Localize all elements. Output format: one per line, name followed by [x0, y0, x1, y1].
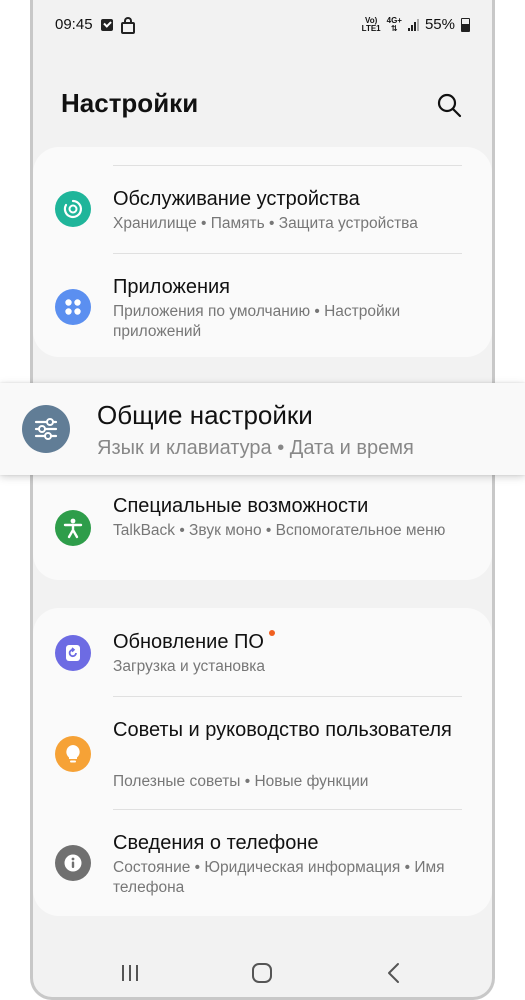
item-subtitle: Загрузка и установка	[113, 658, 265, 675]
recent-apps-icon	[122, 965, 138, 981]
divider	[113, 809, 462, 810]
search-icon	[437, 93, 462, 118]
item-subtitle: TalkBack • Звук моно • Вспомогательное м…	[113, 522, 446, 539]
item-subtitle: Полезные советы • Новые функции	[113, 773, 369, 790]
divider	[113, 253, 462, 254]
item-subtitle: Хранилище • Память • Защита устройства	[113, 215, 418, 232]
home-button[interactable]	[247, 962, 277, 984]
settings-item-general-management[interactable]: Общие настройки Язык и клавиатура • Дата…	[0, 383, 525, 475]
data-arrows-icon: ⇅	[390, 23, 398, 33]
settings-item-tips[interactable]: Советы и руководство пользователя Полезн…	[33, 714, 492, 810]
item-subtitle: Приложения по умолчанию • Настройки прил…	[113, 303, 401, 340]
settings-item-apps[interactable]: Приложения Приложения по умолчанию • Нас…	[33, 271, 492, 351]
divider	[113, 696, 462, 697]
item-title: Сведения о телефоне	[113, 832, 319, 854]
status-bar: 09:45 Vo) LTE1 4G+ ⇅ 55%	[55, 14, 470, 38]
page-title: Настройки	[61, 88, 199, 118]
settings-group-2: Специальные возможности TalkBack • Звук …	[33, 462, 492, 580]
battery-icon	[461, 17, 470, 32]
device-care-icon	[55, 191, 91, 227]
settings-item-accessibility[interactable]: Специальные возможности TalkBack • Звук …	[33, 490, 492, 570]
apps-icon	[55, 289, 91, 325]
item-title: Приложения	[113, 276, 231, 298]
settings-item-device-care[interactable]: Обслуживание устройства Хранилище • Памя…	[33, 183, 492, 269]
checkbox-notification-icon	[100, 18, 113, 31]
software-update-icon	[55, 635, 91, 671]
settings-group-1: Обслуживание устройства Хранилище • Памя…	[33, 147, 492, 357]
item-title: Советы и руководство пользователя	[113, 719, 452, 741]
item-subtitle: Состояние • Юридическая информация • Имя…	[113, 859, 445, 896]
back-button[interactable]	[379, 962, 409, 984]
lightbulb-icon	[55, 736, 91, 772]
lock-icon	[120, 16, 135, 34]
signal-icon	[407, 18, 419, 31]
recent-apps-button[interactable]	[115, 962, 145, 984]
settings-item-about-phone[interactable]: Сведения о телефоне Состояние • Юридичес…	[33, 827, 492, 909]
item-title: Обновление ПО	[113, 629, 472, 655]
search-button[interactable]	[436, 92, 462, 118]
info-icon	[55, 845, 91, 881]
item-title-text: Обновление ПО	[113, 631, 264, 653]
network-indicator: 4G+ ⇅	[387, 16, 402, 33]
item-title: Специальные возможности	[113, 495, 369, 517]
status-time: 09:45	[55, 16, 93, 33]
settings-group-3: Обновление ПО Загрузка и установка Совет…	[33, 608, 492, 916]
item-title: Обслуживание устройства	[113, 188, 360, 210]
navigation-bar	[33, 950, 492, 996]
divider	[113, 165, 462, 166]
item-title: Общие настройки	[97, 400, 313, 430]
home-icon	[252, 963, 272, 983]
update-badge	[268, 630, 275, 636]
phone-frame: 09:45 Vo) LTE1 4G+ ⇅ 55% Настройки Обслу…	[30, 0, 495, 1000]
sliders-icon	[22, 405, 70, 453]
back-icon	[388, 963, 399, 983]
battery-percent: 55%	[424, 16, 455, 33]
settings-item-software-update[interactable]: Обновление ПО Загрузка и установка	[33, 626, 492, 698]
volte-indicator: Vo) LTE1	[361, 16, 381, 33]
item-subtitle: Язык и клавиатура • Дата и время	[97, 437, 414, 459]
accessibility-icon	[55, 510, 91, 546]
lte-label: LTE1	[361, 23, 381, 33]
